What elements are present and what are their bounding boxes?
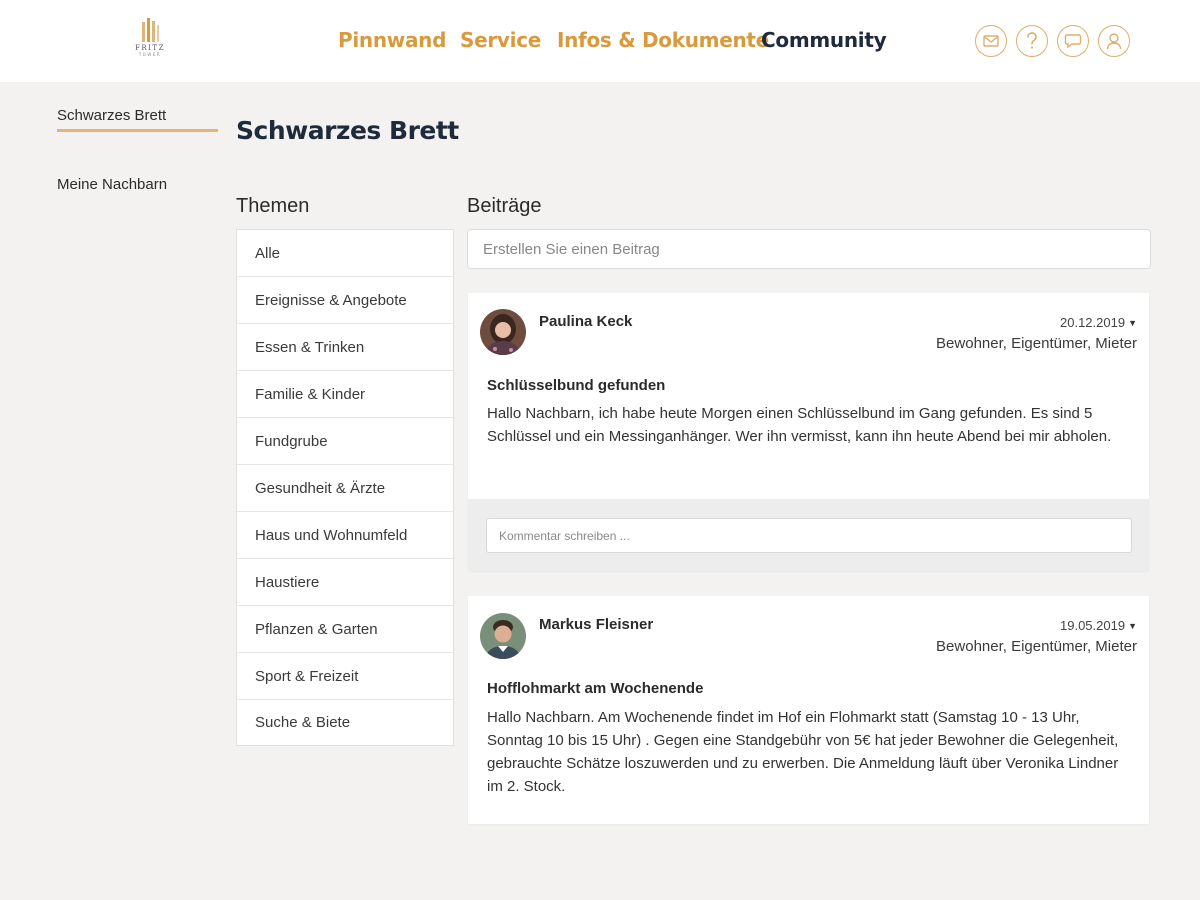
- posts-heading: Beiträge: [467, 195, 542, 217]
- topic-item-suche-biete[interactable]: Suche & Biete: [237, 700, 453, 745]
- topic-item-haus-wohnumfeld[interactable]: Haus und Wohnumfeld: [237, 512, 453, 559]
- chat-button[interactable]: [1057, 25, 1089, 57]
- post-title: Hofflohmarkt am Wochenende: [487, 680, 704, 697]
- topic-item-gesundheit-aerzte[interactable]: Gesundheit & Ärzte: [237, 465, 453, 512]
- post-date-text: 20.12.2019: [1060, 315, 1126, 330]
- logo[interactable]: FRITZ TOWER: [130, 16, 170, 66]
- logo-mark-icon: [142, 18, 159, 42]
- post-card: Paulina Keck 20.12.2019 ▼ Bewohner, Eige…: [468, 293, 1149, 571]
- topic-item-alle[interactable]: Alle: [237, 230, 453, 277]
- comment-area: [468, 499, 1149, 571]
- sidebar-item-schwarzes-brett[interactable]: Schwarzes Brett: [57, 107, 166, 124]
- logo-subtext: TOWER: [138, 52, 162, 57]
- post-menu-caret-icon[interactable]: ▼: [1128, 621, 1137, 631]
- topic-item-familie-kinder[interactable]: Familie & Kinder: [237, 371, 453, 418]
- logo-text: FRITZ: [135, 44, 165, 52]
- post-audience: Bewohner, Eigentümer, Mieter: [936, 638, 1137, 655]
- user-icon: [1106, 33, 1122, 50]
- post-card: Markus Fleisner 19.05.2019 ▼ Bewohner, E…: [468, 596, 1149, 824]
- create-post-input[interactable]: [467, 229, 1151, 269]
- topic-item-essen-trinken[interactable]: Essen & Trinken: [237, 324, 453, 371]
- nav-infos-dokumente[interactable]: Infos & Dokumente: [557, 28, 769, 52]
- mail-icon: [983, 35, 999, 47]
- post-menu-caret-icon[interactable]: ▼: [1128, 318, 1137, 328]
- topic-item-pflanzen-garten[interactable]: Pflanzen & Garten: [237, 606, 453, 653]
- topic-item-haustiere[interactable]: Haustiere: [237, 559, 453, 606]
- topic-item-ereignisse-angebote[interactable]: Ereignisse & Angebote: [237, 277, 453, 324]
- sidebar-item-meine-nachbarn[interactable]: Meine Nachbarn: [57, 176, 167, 193]
- nav-community[interactable]: Community: [761, 28, 887, 52]
- help-icon: [1027, 32, 1037, 49]
- post-date-text: 19.05.2019: [1060, 618, 1126, 633]
- nav-service[interactable]: Service: [460, 28, 541, 52]
- sidebar-active-indicator: [57, 129, 218, 132]
- comment-input[interactable]: [486, 518, 1132, 553]
- top-header: FRITZ TOWER Pinnwand Service Infos & Dok…: [0, 0, 1200, 82]
- chat-icon: [1064, 34, 1082, 49]
- post-date: 19.05.2019 ▼: [1060, 618, 1137, 633]
- post-date: 20.12.2019 ▼: [1060, 315, 1137, 330]
- nav-pinnwand[interactable]: Pinnwand: [338, 28, 446, 52]
- avatar[interactable]: [480, 309, 526, 355]
- help-button[interactable]: [1016, 25, 1048, 57]
- topic-item-sport-freizeit[interactable]: Sport & Freizeit: [237, 653, 453, 700]
- avatar-paulina-icon: [480, 309, 526, 355]
- mail-button[interactable]: [975, 25, 1007, 57]
- page-title: Schwarzes Brett: [236, 116, 459, 145]
- post-body: Hallo Nachbarn, ich habe heute Morgen ei…: [487, 405, 1112, 445]
- post-body: Hallo Nachbarn. Am Wochenende findet im …: [487, 709, 1119, 795]
- avatar-markus-icon: [480, 613, 526, 659]
- avatar[interactable]: [480, 613, 526, 659]
- profile-button[interactable]: [1098, 25, 1130, 57]
- post-audience: Bewohner, Eigentümer, Mieter: [936, 335, 1137, 352]
- topics-heading: Themen: [236, 195, 310, 217]
- post-author[interactable]: Markus Fleisner: [539, 616, 653, 633]
- topic-item-fundgrube[interactable]: Fundgrube: [237, 418, 453, 465]
- post-title: Schlüsselbund gefunden: [487, 377, 666, 394]
- post-author[interactable]: Paulina Keck: [539, 313, 632, 330]
- topics-list: Alle Ereignisse & Angebote Essen & Trink…: [236, 229, 454, 746]
